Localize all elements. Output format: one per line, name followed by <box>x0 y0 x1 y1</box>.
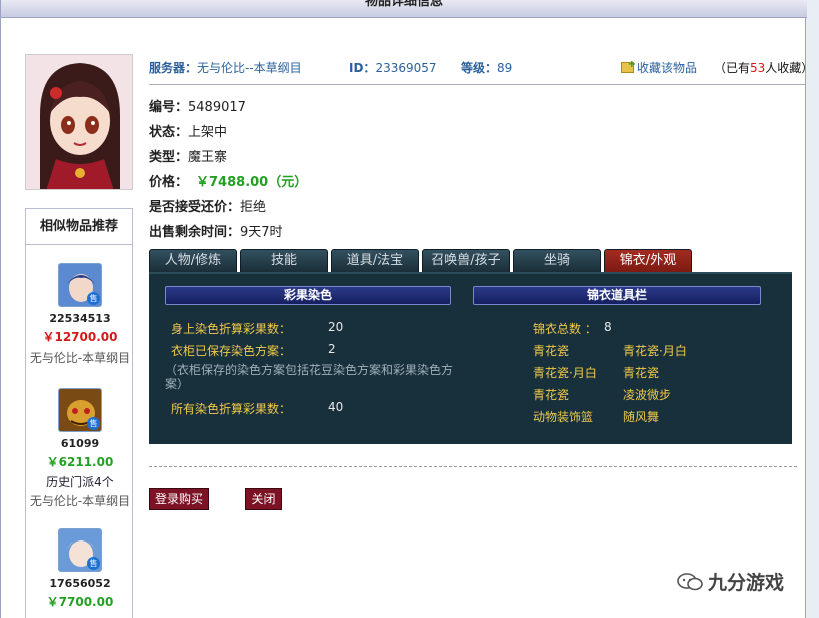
similar-item-price: ￥7700.00 <box>46 595 114 609</box>
dye-total-label: 所有染色折算彩果数： <box>171 402 292 416</box>
prop-remaining-time: 出售剩余时间：9天7时 <box>149 225 283 240</box>
outfit-total-value: 8 <box>604 320 612 334</box>
item-summary-row: 服务器：无与伦比--本草纲目 ID：23369057 等级：89 收藏该物品 （… <box>149 59 813 85</box>
prop-price: 价格： ￥7488.00（元） <box>149 175 308 190</box>
dye-row-label: 衣柜已保存染色方案： <box>171 344 292 358</box>
similar-item-card[interactable]: 售 61099 ￥6211.00 历史门派4个 无与伦比-本草纲目 <box>26 388 134 509</box>
outfit-item: 青花瓷·月白 <box>533 366 597 380</box>
similar-item-extra: 历史门派4个 <box>46 475 114 489</box>
tab-skills[interactable]: 技能 <box>240 249 328 272</box>
outfit-total-label: 锦衣总数 ： <box>533 322 597 336</box>
outfit-item: 青花瓷 <box>533 388 570 402</box>
id-info: ID：23369057 <box>349 61 437 75</box>
section-divider <box>149 466 797 467</box>
similar-item-thumbnail[interactable]: 售 <box>58 388 102 432</box>
watermark: 九分游戏 <box>676 568 784 595</box>
character-portrait-image <box>26 55 132 189</box>
dye-section-header: 彩果染色 <box>165 286 451 305</box>
detail-tabs: 人物/修炼 技能 道具/法宝 召唤兽/孩子 坐骑 锦衣/外观 <box>149 249 792 272</box>
character-portrait <box>25 54 133 190</box>
outfit-item: 青花瓷·月白 <box>623 344 687 358</box>
similar-item-server: 无与伦比-本草纲目 <box>29 494 131 508</box>
outfit-item: 随风舞 <box>623 410 660 424</box>
page-title: 物品详细信息 <box>1 0 807 18</box>
prop-status: 状态：上架中 <box>149 125 228 140</box>
tab-summons[interactable]: 召唤兽/孩子 <box>422 249 510 272</box>
similar-item-thumbnail[interactable]: 售 <box>58 263 102 307</box>
similar-item-thumbnail[interactable]: 售 <box>58 528 102 572</box>
sell-badge-icon: 售 <box>87 292 100 305</box>
dye-row-value: 20 <box>328 320 344 334</box>
sell-badge-icon: 售 <box>87 557 100 570</box>
sidebar-title: 相似物品推荐 <box>26 209 132 245</box>
prop-bargain: 是否接受还价：拒绝 <box>149 200 267 215</box>
item-detail-frame: 物品详细信息 相似物品推荐 售 22534513 ￥12700.00 无与伦比-… <box>0 0 813 618</box>
server-info: 服务器：无与伦比--本草纲目 <box>149 61 302 75</box>
similar-item-server: 无与伦比-本草纲目 <box>29 351 131 365</box>
outfit-item: 青花瓷 <box>623 366 660 380</box>
outfit-item: 青花瓷 <box>533 344 570 358</box>
close-button[interactable]: 关闭 <box>245 488 282 510</box>
prop-type: 类型：魔王寨 <box>149 150 228 165</box>
similar-item-price: ￥6211.00 <box>46 455 114 469</box>
similar-items-sidebar: 相似物品推荐 售 22534513 ￥12700.00 无与伦比-本草纲目 售 … <box>25 208 133 618</box>
outfit-panel: 彩果染色 锦衣道具栏 身上染色折算彩果数： 20 衣柜已保存染色方案： 2 （衣… <box>149 272 792 444</box>
folder-add-icon <box>621 59 636 73</box>
tab-outfits[interactable]: 锦衣/外观 <box>604 249 692 272</box>
dye-total-value: 40 <box>328 400 344 414</box>
similar-item-id: 22534513 <box>49 312 111 325</box>
outfit-item: 动物装饰篮 <box>533 410 594 424</box>
similar-item-id: 17656052 <box>49 577 111 590</box>
dye-row-value: 2 <box>328 342 336 356</box>
dye-row-label: 身上染色折算彩果数： <box>171 322 292 336</box>
favorite-button[interactable]: 收藏该物品 <box>621 59 697 76</box>
similar-item-card[interactable]: 售 17656052 ￥7700.00 <box>26 528 134 610</box>
outfit-item: 凌波微步 <box>623 388 672 402</box>
tab-items[interactable]: 道具/法宝 <box>331 249 419 272</box>
similar-item-id: 61099 <box>60 437 100 450</box>
similar-item-price: ￥12700.00 <box>42 330 118 344</box>
login-buy-button[interactable]: 登录购买 <box>149 488 209 510</box>
tab-mounts[interactable]: 坐骑 <box>513 249 601 272</box>
level-info: 等级：89 <box>461 61 513 75</box>
wechat-icon <box>677 573 703 591</box>
dye-note: （衣柜保存的染色方案包括花豆染色方案和彩果染色方案） <box>165 363 454 391</box>
tab-character[interactable]: 人物/修炼 <box>149 249 237 272</box>
similar-item-card[interactable]: 售 22534513 ￥12700.00 无与伦比-本草纲目 <box>26 263 134 366</box>
outfit-section-header: 锦衣道具栏 <box>473 286 761 305</box>
sell-badge-icon: 售 <box>87 417 100 430</box>
prop-serial: 编号：5489017 <box>149 100 246 115</box>
favorite-count: （已有53人收藏） <box>714 61 814 75</box>
